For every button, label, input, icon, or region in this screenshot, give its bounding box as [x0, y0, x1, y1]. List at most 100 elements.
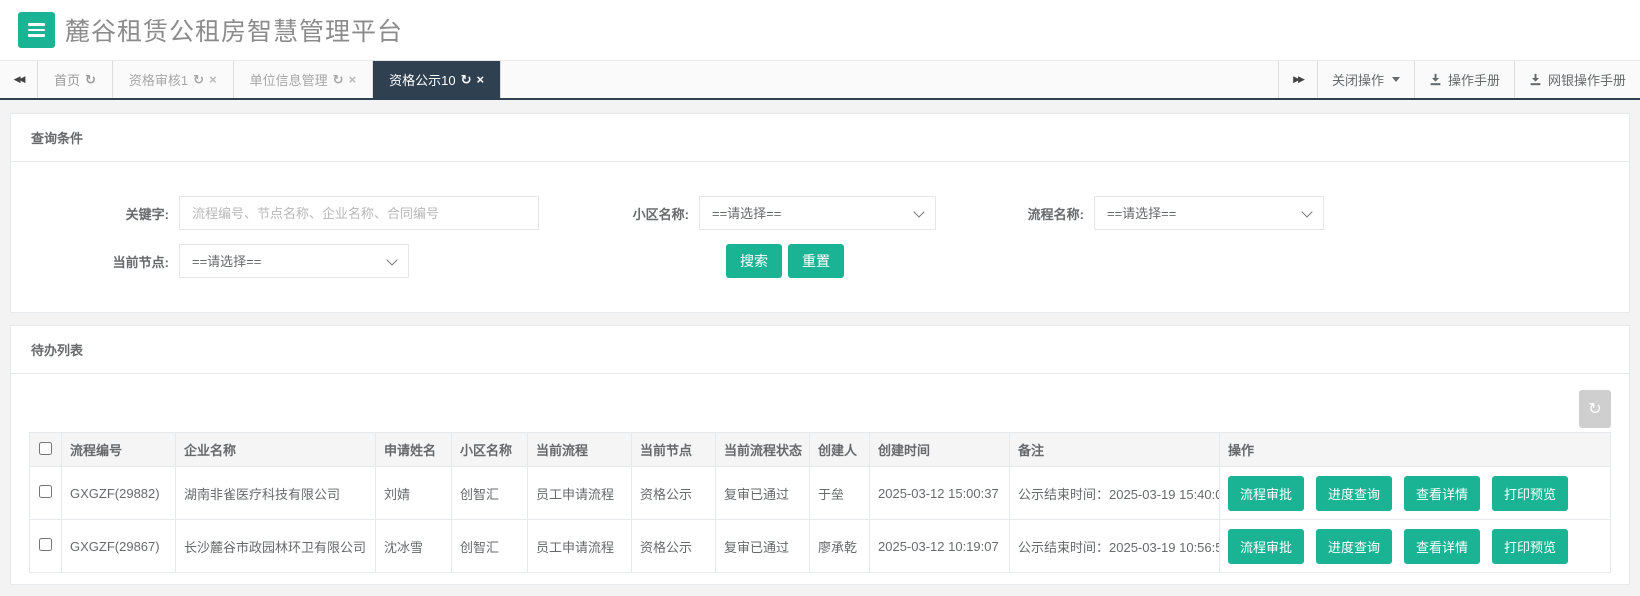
created-at-cell: 2025-03-12 15:00:37 — [870, 467, 1010, 520]
tab-label: 首页 — [54, 70, 80, 89]
double-right-arrow-icon: ▶▶ — [1293, 74, 1303, 85]
view-detail-button[interactable]: 查看详情 — [1404, 476, 1480, 511]
process-name-select[interactable]: ==请选择== — [1094, 196, 1324, 230]
actions-cell: 流程审批进度查询查看详情打印预览 — [1220, 467, 1611, 520]
col-current-process: 当前流程 — [528, 433, 632, 467]
remark-cell: 公示结束时间：2025-03-19 10:56:54 — [1010, 520, 1220, 573]
col-current-node: 当前节点 — [632, 433, 716, 467]
table-row: GXGZF(29882) 湖南非雀医疗科技有限公司 刘婧 创智汇 员工申请流程 … — [30, 467, 1611, 520]
tab-bar: ◀◀ 首页 ↻ 资格审核1 ↻ × 单位信息管理 ↻ × 资格公示10 ↻ × … — [0, 60, 1640, 100]
operation-manual-link[interactable]: 操作手册 — [1414, 61, 1514, 98]
progress-query-button[interactable]: 进度查询 — [1316, 529, 1392, 564]
todo-panel-title: 待办列表 — [11, 326, 1629, 374]
current-process-cell: 员工申请流程 — [528, 467, 632, 520]
tab-qualification-publicity[interactable]: 资格公示10 ↻ × — [373, 61, 501, 98]
community-select-wrap: ==请选择== — [699, 196, 936, 230]
print-preview-button[interactable]: 打印预览 — [1492, 476, 1568, 511]
close-operations-dropdown[interactable]: 关闭操作 — [1317, 61, 1414, 98]
applicant-cell: 沈冰雪 — [376, 520, 452, 573]
current-node-cell: 资格公示 — [632, 467, 716, 520]
todo-table-wrap: 流程编号 企业名称 申请姓名 小区名称 当前流程 当前节点 当前流程状态 创建人… — [11, 432, 1629, 573]
download-icon — [1529, 73, 1542, 86]
download-icon — [1429, 73, 1442, 86]
process-name-label: 流程名称: — [936, 204, 1094, 223]
community-select[interactable]: ==请选择== — [699, 196, 936, 230]
col-process-no: 流程编号 — [62, 433, 176, 467]
query-form: 关键字: 小区名称: ==请选择== 流程名称: ==请选择== 当前节点: =… — [11, 162, 1629, 312]
creator-cell: 廖承乾 — [810, 520, 870, 573]
tab-refresh-icon[interactable]: ↻ — [85, 72, 96, 88]
tabs-scroll-right-button[interactable]: ▶▶ — [1278, 61, 1317, 98]
tab-unit-info-management[interactable]: 单位信息管理 ↻ × — [234, 61, 374, 98]
keyword-label: 关键字: — [31, 204, 179, 223]
page-title: 麓谷租赁公租房智慧管理平台 — [65, 12, 403, 48]
process-approve-button[interactable]: 流程审批 — [1228, 529, 1304, 564]
tab-label: 单位信息管理 — [250, 70, 328, 89]
node-select-wrap: ==请选择== — [179, 244, 409, 278]
table-body: GXGZF(29882) 湖南非雀医疗科技有限公司 刘婧 创智汇 员工申请流程 … — [30, 467, 1611, 573]
process-no-cell: GXGZF(29882) — [62, 467, 176, 520]
todo-panel: 待办列表 ↻ 流程编号 企业名称 申请姓名 小区名称 当前流程 当前节点 当前 — [10, 325, 1630, 585]
double-left-arrow-icon: ◀◀ — [14, 74, 24, 85]
table-header-row: 流程编号 企业名称 申请姓名 小区名称 当前流程 当前节点 当前流程状态 创建人… — [30, 433, 1611, 467]
todo-table: 流程编号 企业名称 申请姓名 小区名称 当前流程 当前节点 当前流程状态 创建人… — [29, 432, 1611, 573]
tabbar-spacer — [501, 61, 1278, 98]
tab-refresh-icon[interactable]: ↻ — [193, 72, 204, 88]
app-header: 麓谷租赁公租房智慧管理平台 — [0, 0, 1640, 60]
refresh-list-button[interactable]: ↻ — [1579, 390, 1611, 428]
col-company: 企业名称 — [176, 433, 376, 467]
view-detail-button[interactable]: 查看详情 — [1404, 529, 1480, 564]
process-status-cell: 复审已通过 — [716, 467, 810, 520]
current-process-cell: 员工申请流程 — [528, 520, 632, 573]
caret-down-icon — [1392, 77, 1400, 82]
tab-refresh-icon[interactable]: ↻ — [333, 72, 344, 88]
actions-cell: 流程审批进度查询查看详情打印预览 — [1220, 520, 1611, 573]
process-select-wrap: ==请选择== — [1094, 196, 1324, 230]
tab-label: 资格公示10 — [389, 70, 455, 89]
col-applicant: 申请姓名 — [376, 433, 452, 467]
tab-close-icon[interactable]: × — [209, 72, 217, 87]
col-created-at: 创建时间 — [870, 433, 1010, 467]
progress-query-button[interactable]: 进度查询 — [1316, 476, 1392, 511]
tab-refresh-icon[interactable]: ↻ — [461, 72, 472, 88]
tab-home[interactable]: 首页 ↻ — [38, 61, 113, 98]
table-row: GXGZF(29867) 长沙麓谷市政园林环卫有限公司 沈冰雪 创智汇 员工申请… — [30, 520, 1611, 573]
current-node-select[interactable]: ==请选择== — [179, 244, 409, 278]
community-label: 小区名称: — [539, 204, 699, 223]
close-operations-label: 关闭操作 — [1332, 70, 1384, 89]
community-cell: 创智汇 — [452, 467, 528, 520]
tab-qualification-review[interactable]: 资格审核1 ↻ × — [113, 61, 234, 98]
current-node-cell: 资格公示 — [632, 520, 716, 573]
remark-cell: 公示结束时间：2025-03-19 15:40:02 — [1010, 467, 1220, 520]
col-community: 小区名称 — [452, 433, 528, 467]
query-panel-title: 查询条件 — [11, 114, 1629, 162]
col-actions: 操作 — [1220, 433, 1611, 467]
col-remark: 备注 — [1010, 433, 1220, 467]
creator-cell: 于垒 — [810, 467, 870, 520]
print-preview-button[interactable]: 打印预览 — [1492, 529, 1568, 564]
reset-button[interactable]: 重置 — [788, 244, 844, 278]
menu-toggle-button[interactable] — [18, 12, 55, 48]
select-all-checkbox[interactable] — [39, 442, 52, 455]
created-at-cell: 2025-03-12 10:19:07 — [870, 520, 1010, 573]
tab-label: 资格审核1 — [129, 70, 188, 89]
tabbar-right-controls: ▶▶ 关闭操作 操作手册 网银操作手册 — [1278, 61, 1640, 98]
tabs-scroll-left-button[interactable]: ◀◀ — [0, 61, 38, 98]
company-cell: 长沙麓谷市政园林环卫有限公司 — [176, 520, 376, 573]
process-approve-button[interactable]: 流程审批 — [1228, 476, 1304, 511]
search-button[interactable]: 搜索 — [726, 244, 782, 278]
bank-manual-link[interactable]: 网银操作手册 — [1514, 61, 1640, 98]
tab-close-icon[interactable]: × — [349, 72, 357, 87]
keyword-input[interactable] — [179, 196, 539, 230]
applicant-cell: 刘婧 — [376, 467, 452, 520]
company-cell: 湖南非雀医疗科技有限公司 — [176, 467, 376, 520]
row-checkbox[interactable] — [39, 485, 52, 498]
todo-toolbar: ↻ — [11, 374, 1629, 432]
col-process-status: 当前流程状态 — [716, 433, 810, 467]
current-node-label: 当前节点: — [31, 252, 179, 271]
row-checkbox[interactable] — [39, 538, 52, 551]
operation-manual-label: 操作手册 — [1448, 70, 1500, 89]
tab-close-icon[interactable]: × — [477, 72, 485, 87]
refresh-icon: ↻ — [1588, 401, 1601, 418]
query-panel: 查询条件 关键字: 小区名称: ==请选择== 流程名称: ==请选择== 当前… — [10, 113, 1630, 313]
